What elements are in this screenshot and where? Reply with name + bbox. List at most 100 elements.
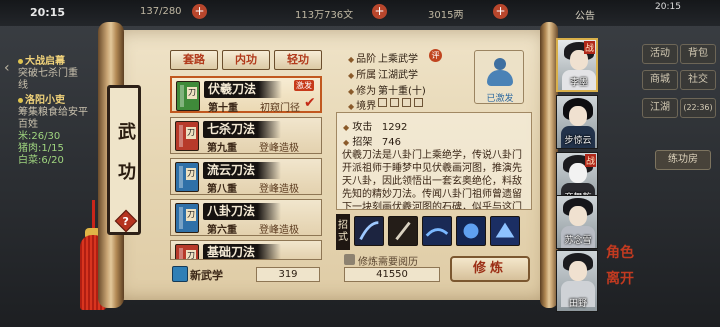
move-blade-icon[interactable] [388, 216, 418, 246]
experience-value: 41550 [344, 267, 440, 282]
quest-desc: 筹集粮食给安平 [18, 107, 88, 118]
quest-tracker[interactable]: 大战启幕 突破七杀门重 线 洛阳小吏 筹集粮食给安平 百姓 米:26/30 猪肉… [18, 56, 100, 167]
silver-counter: 3015两 [428, 10, 464, 21]
realm-pip [390, 98, 399, 107]
skill-list-item[interactable]: 刀 伏羲刀法 第十重 初窥门径 激发 ✔ [170, 76, 322, 114]
quest-desc: 百姓 [18, 119, 38, 130]
skill-level: 第十重 [208, 103, 238, 114]
skill-stage: 初窥门径 [260, 103, 300, 114]
character-card[interactable]: 苏念雪 [556, 195, 598, 249]
social-button[interactable]: 社交 [680, 70, 716, 90]
skill-book-icon: 刀 [175, 121, 199, 151]
skill-stage: 登峰造极 [259, 225, 299, 236]
bag-button[interactable]: 背包 [680, 44, 716, 64]
device-status: 20:15 [655, 2, 681, 12]
move-slash-icon[interactable] [354, 216, 384, 246]
tab-light-skill[interactable]: 轻功 [274, 50, 322, 70]
checkmark-icon: ✔ [304, 95, 316, 111]
quest-progress: 猪肉:1/15 [18, 143, 64, 154]
panel-title-char: 功 [118, 162, 136, 183]
character-name: 田野 [568, 299, 587, 309]
new-skill-book-icon [172, 266, 188, 282]
skill-book-icon: 刀 [175, 244, 199, 259]
tab-routines[interactable]: 套路 [170, 50, 218, 70]
realm-pip [414, 98, 423, 107]
add-silver-button[interactable]: + [493, 4, 508, 19]
jianghu-button[interactable]: 江湖 [642, 98, 678, 118]
in-battle-badge: 战 [584, 154, 596, 167]
stamina-counter: 137/280 [140, 6, 182, 17]
skill-list-item[interactable]: 刀 基础刀法 [170, 240, 322, 260]
money-counter: 113万736文 [295, 10, 354, 21]
new-skill-count: 319 [256, 267, 320, 282]
sect-value: 江湖武学 [378, 70, 418, 81]
move-burst-icon[interactable] [456, 216, 486, 246]
skill-name: 八卦刀法 [207, 204, 256, 218]
shop-button[interactable]: 商城 [642, 70, 678, 90]
moves-label: 招式 [336, 214, 350, 250]
tip-icon [344, 254, 355, 265]
skill-name: 流云刀法 [207, 163, 256, 177]
skill-book-icon: 刀 [175, 203, 199, 233]
grade-label: ◆ 品阶 [348, 54, 377, 65]
quest-desc: 线 [18, 80, 28, 91]
activation-portrait: 已激发 [474, 50, 524, 104]
skill-list-item[interactable]: 刀 八卦刀法 第六重 登峰造极 [170, 199, 322, 236]
skill-description-box: ◆ 攻击 1292 ◆ 招架 746 伏羲刀法是八卦门上乘绝学，传说八卦门开派祖… [336, 112, 532, 210]
quest-marker-icon [18, 59, 23, 64]
realm-label: ◆ 境界 [348, 101, 377, 112]
skill-list-item[interactable]: 刀 流云刀法 第八重 登峰造极 [170, 158, 322, 195]
cultivation-label: ◆ 修为 [348, 86, 377, 97]
character-card[interactable]: 战 李墨 [556, 38, 598, 92]
character-name: 李墨 [569, 78, 588, 88]
timer-label: (22:36) [680, 98, 716, 118]
quest-desc: 突破七杀门重 [18, 68, 78, 79]
activated-badge: 激发 [294, 80, 314, 91]
skill-level: 第八重 [207, 184, 237, 195]
quest-progress: 米:26/30 [18, 131, 61, 142]
train-requirement-tip: 修炼需要阅历 [358, 257, 418, 268]
notice-button[interactable]: 公告 [575, 7, 595, 22]
panel-title-tab: 武 功 ? [107, 85, 141, 235]
panel-title-char: 武 [118, 122, 136, 143]
realm-pip [378, 98, 387, 107]
skill-level: 第九重 [207, 143, 237, 154]
status-time: 20:15 [30, 6, 66, 19]
meditating-figure-icon [494, 58, 506, 70]
move-wave-icon[interactable] [422, 216, 452, 246]
character-name: 苏念雪 [564, 236, 592, 246]
event-button[interactable]: 活动 [642, 44, 678, 64]
grade-tag: 评 [429, 49, 442, 62]
character-card[interactable]: 田野 [556, 250, 598, 312]
skill-stage: 登峰造极 [259, 143, 299, 154]
skill-level: 第六重 [207, 225, 237, 236]
quest-marker-icon [18, 98, 23, 103]
character-card[interactable]: 步惊云 [556, 95, 598, 149]
collapse-arrow-icon[interactable]: ‹ [4, 60, 10, 76]
new-skill-label[interactable]: 新武学 [190, 267, 223, 283]
skill-name: 伏羲刀法 [208, 82, 257, 96]
skill-book-icon: 刀 [175, 162, 199, 192]
cultivation-value: 第十重(十) [378, 86, 426, 97]
activation-status: 已激发 [486, 94, 514, 104]
add-money-button[interactable]: + [372, 4, 387, 19]
quest-title: 洛阳小吏 [25, 95, 65, 106]
sect-label: ◆ 所属 [348, 70, 377, 81]
add-stamina-button[interactable]: + [192, 4, 207, 19]
train-button[interactable]: 修炼 [450, 256, 530, 282]
skill-stage: 登峰造极 [259, 184, 299, 195]
role-exit-label[interactable]: 角色 离开 [606, 245, 634, 287]
quest-title: 大战启幕 [25, 56, 65, 67]
realm-pip [402, 98, 411, 107]
quest-progress: 白菜:6/20 [18, 155, 64, 166]
skill-list-item[interactable]: 刀 七杀刀法 第九重 登峰造极 [170, 117, 322, 154]
attack-stat: ◆ 攻击 1292 [343, 122, 408, 133]
move-wing-icon[interactable] [490, 216, 520, 246]
help-icon[interactable]: ? [114, 209, 138, 233]
character-name: 步惊云 [564, 136, 592, 146]
training-room-button[interactable]: 练功房 [655, 150, 711, 170]
in-battle-badge: 战 [583, 41, 595, 54]
parry-stat: ◆ 招架 746 [343, 137, 401, 148]
tab-inner-skill[interactable]: 内功 [222, 50, 270, 70]
skill-name: 基础刀法 [207, 245, 256, 259]
